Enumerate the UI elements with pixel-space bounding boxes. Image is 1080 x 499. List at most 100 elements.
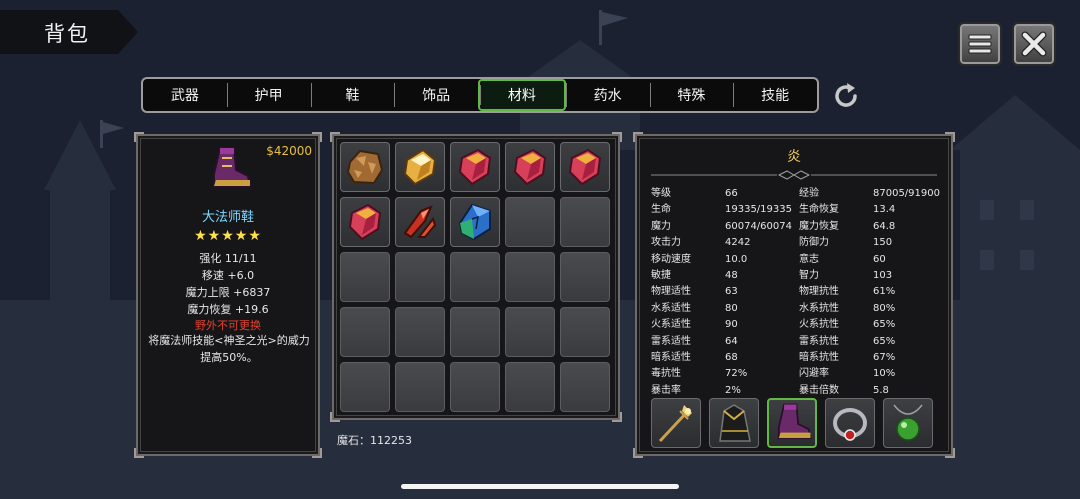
inventory-slot[interactable] [450, 307, 500, 357]
stat-value: 10.0 [725, 253, 748, 265]
stat-label: 敏捷 [651, 269, 671, 281]
stat-label: 暴击率 [651, 384, 681, 396]
stat-value: 65% [873, 335, 896, 347]
inventory-slot[interactable] [450, 362, 500, 412]
stat-value: 67% [873, 351, 896, 363]
inventory-slot[interactable] [340, 197, 390, 247]
stat-value: 80% [873, 302, 896, 314]
inventory-slot[interactable] [560, 307, 610, 357]
inventory-slot[interactable] [395, 307, 445, 357]
boots-icon [213, 147, 252, 187]
item-detail-panel: $42000 大法师鞋 ★★★★★ 强化 11/11 移速 +6.0 魔力上限 … [134, 132, 322, 458]
tab-shoes[interactable]: 鞋 [310, 79, 395, 111]
item-stat-mana-regen: 魔力恢复 +19.6 [187, 303, 269, 316]
title-plate: 背包 [0, 10, 138, 54]
stat-value: 150 [873, 237, 893, 249]
inventory-slot[interactable] [395, 362, 445, 412]
item-rating-stars: ★★★★★ [194, 228, 262, 244]
stat-label: 生命恢复 [799, 204, 839, 216]
stat-label: 火系抗性 [799, 319, 839, 331]
tab-potion[interactable]: 药水 [565, 79, 650, 111]
necklace-icon [893, 404, 923, 441]
inventory-slot[interactable] [560, 362, 610, 412]
stat-value: 4242 [725, 237, 751, 249]
inventory-slot[interactable] [505, 142, 555, 192]
stat-label: 暗系适性 [651, 351, 691, 363]
red-crystal-icon [513, 148, 547, 186]
divider-ornament [651, 170, 937, 180]
stat-label: 水系抗性 [799, 302, 839, 314]
stat-label: 闪避率 [799, 368, 829, 380]
stat-value: 80 [725, 302, 738, 314]
inventory-slot[interactable] [505, 362, 555, 412]
equip-slot-weapon[interactable] [651, 398, 701, 448]
stat-value: 72% [725, 368, 748, 380]
tab-accessory[interactable]: 饰品 [394, 79, 478, 111]
tab-special[interactable]: 特殊 [649, 79, 734, 111]
staff-icon [658, 405, 692, 443]
stat-label: 物理适性 [651, 286, 691, 298]
stat-label: 雷系抗性 [799, 335, 839, 347]
amber-crystal-icon [403, 148, 437, 186]
red-crystal-icon [348, 203, 382, 241]
inventory-slot[interactable] [340, 252, 390, 302]
inventory-slot[interactable] [450, 197, 500, 247]
close-icon [1021, 31, 1047, 57]
inventory-slot[interactable] [450, 252, 500, 302]
inventory-slot[interactable] [505, 307, 555, 357]
stat-row: 等级 66 经验 87005/91900 [651, 186, 941, 202]
stat-label: 雷系适性 [651, 335, 691, 347]
stat-label: 水系适性 [651, 302, 691, 314]
inventory-slot[interactable] [505, 252, 555, 302]
stat-value: 13.4 [873, 204, 896, 216]
item-stat-speed: 移速 +6.0 [201, 269, 255, 282]
stat-value: 48 [725, 269, 738, 281]
red-crystal-icon [568, 148, 602, 186]
ring-icon [833, 408, 867, 441]
menu-button[interactable] [958, 22, 1002, 66]
equip-slot-ring[interactable] [825, 398, 875, 448]
stat-value: 66 [725, 188, 738, 199]
inventory-slot[interactable] [505, 197, 555, 247]
inventory-slot[interactable] [340, 362, 390, 412]
equip-slot-shoes[interactable] [767, 398, 817, 448]
stat-label: 智力 [799, 269, 819, 281]
stat-value: 2% [725, 384, 741, 396]
inventory-slot[interactable] [450, 142, 500, 192]
refresh-icon[interactable] [830, 80, 862, 112]
item-price: $42000 [266, 144, 312, 158]
inventory-slot[interactable] [340, 142, 390, 192]
inventory-slot[interactable] [340, 307, 390, 357]
stat-label: 等级 [651, 188, 671, 199]
equip-slot-necklace[interactable] [883, 398, 933, 448]
inventory-slot[interactable] [395, 197, 445, 247]
inventory-slot[interactable] [395, 252, 445, 302]
inventory-grid [340, 142, 610, 412]
stat-label: 移动速度 [651, 253, 691, 265]
red-crystal-icon [458, 148, 492, 186]
close-button[interactable] [1012, 22, 1056, 66]
stat-label: 魔力恢复 [799, 220, 839, 232]
tab-label: 药水 [593, 88, 622, 104]
inventory-slot[interactable] [560, 252, 610, 302]
home-indicator[interactable] [401, 484, 679, 489]
tab-skill[interactable]: 技能 [733, 79, 817, 111]
stat-value: 90 [725, 319, 738, 331]
stat-row: 物理适性 63 物理抗性 61% [651, 284, 941, 300]
robe-icon [719, 404, 751, 442]
inventory-slot[interactable] [560, 142, 610, 192]
equip-slot-armor[interactable] [709, 398, 759, 448]
character-name: 炎 [787, 149, 801, 165]
inventory-slot[interactable] [560, 197, 610, 247]
stat-value: 103 [873, 269, 893, 281]
stat-label: 毒抗性 [651, 368, 681, 380]
stat-value: 64 [725, 335, 738, 347]
stat-value: 87005/91900 [873, 188, 940, 199]
stat-label: 经验 [799, 188, 819, 199]
tab-armor[interactable]: 护甲 [226, 79, 311, 111]
tab-weapon[interactable]: 武器 [143, 79, 227, 111]
stat-value: 68 [725, 351, 738, 363]
inventory-slot[interactable] [395, 142, 445, 192]
stat-value: 60 [873, 253, 886, 265]
tab-materials[interactable]: 材料 [478, 79, 566, 111]
